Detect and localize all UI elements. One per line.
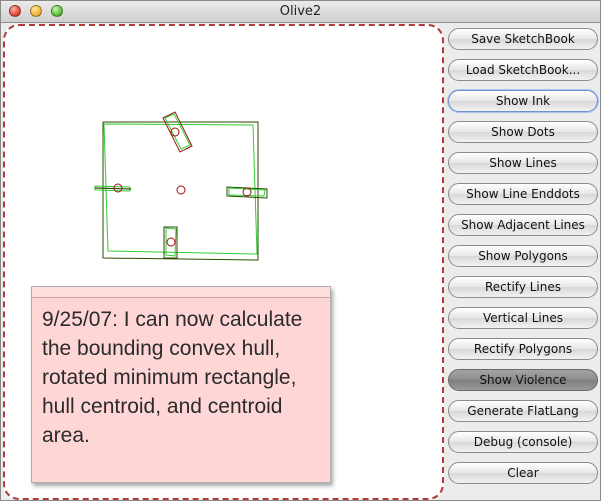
debug-console-button[interactable]: Debug (console) <box>448 431 598 453</box>
sticky-note[interactable]: 9/25/07: I can now calculate the boundin… <box>31 286 331 483</box>
show-ink-button[interactable]: Show Ink <box>448 90 598 112</box>
top-tab-hull <box>164 113 191 150</box>
rectify-polygons-button[interactable]: Rectify Polygons <box>448 338 598 360</box>
show-dots-button[interactable]: Show Dots <box>448 121 598 143</box>
bottom-tab-centroid <box>166 237 176 247</box>
note-text: 9/25/07: I can now calculate the boundin… <box>42 308 303 447</box>
generate-flatlang-button[interactable]: Generate FlatLang <box>448 400 598 422</box>
show-lines-button[interactable]: Show Lines <box>448 152 598 174</box>
square-centroid <box>176 185 186 195</box>
window-title: Olive2 <box>279 4 322 19</box>
show-violence-button[interactable]: Show Violence <box>448 369 598 391</box>
vertical-lines-button[interactable]: Vertical Lines <box>448 307 598 329</box>
show-line-enddots-button[interactable]: Show Line Enddots <box>448 183 598 205</box>
right-tab-hull <box>228 187 266 197</box>
show-adjacent-lines-button[interactable]: Show Adjacent Lines <box>448 214 598 236</box>
load-sketchbook-button[interactable]: Load SketchBook... <box>448 59 598 81</box>
title-bar[interactable]: Olive2 <box>1 1 600 23</box>
left-tab-line <box>94 187 132 190</box>
clear-button[interactable]: Clear <box>448 462 598 484</box>
save-sketchbook-button[interactable]: Save SketchBook <box>448 28 598 50</box>
note-header-bar[interactable] <box>32 287 330 298</box>
show-polygons-button[interactable]: Show Polygons <box>448 245 598 267</box>
app-window: Olive2 9/25/07: I can now calculate the … <box>0 0 601 501</box>
rectify-lines-button[interactable]: Rectify Lines <box>448 276 598 298</box>
